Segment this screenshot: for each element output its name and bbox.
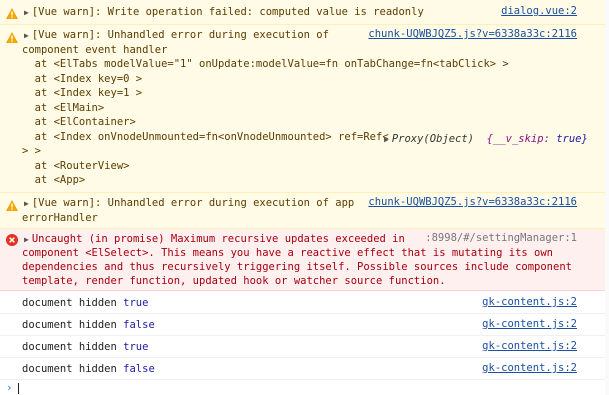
source-link[interactable]: gk-content.js:2 [482,318,577,330]
log-label: document hidden [22,319,117,331]
message-text: [Vue warn]: Write operation failed: comp… [31,6,424,18]
stack-frame: at <Index key=1 > [22,87,143,99]
console-warning-readonly: ▶ [Vue warn]: Write operation failed: com… [0,0,609,25]
log-text: document hidden true [22,340,148,355]
warning-message[interactable]: ▶ [Vue warn]: Unhandled error during exec… [24,196,354,212]
message-text: Uncaught (in promise) Maximum recursive … [31,233,405,245]
message-text: [Vue warn]: Unhandled error during execu… [31,197,355,209]
expand-triangle-icon[interactable]: ▶ [384,133,389,148]
stack-frame: at <App> [22,174,86,186]
console-input[interactable]: › [0,381,609,395]
message-text: [Vue warn]: Unhandled error during execu… [31,29,329,41]
console-log-row: document hidden true gk-content.js:2 [0,336,609,358]
source-link[interactable]: chunk-UQWBJQZ5.js?v=6338a33c:2116 [368,196,577,208]
warning-icon [6,31,18,43]
log-text: document hidden true [22,296,148,311]
source-link[interactable]: gk-content.js:2 [482,296,577,308]
warning-message[interactable]: ▶ [Vue warn]: Write operation failed: com… [24,5,424,21]
proxy-object[interactable]: ▶ Proxy(Object) {__v_skip: true} [384,132,588,148]
source-link[interactable]: dialog.vue:2 [501,5,577,17]
log-text: document hidden false [22,318,155,333]
message-text-cont: errorHandler [22,211,98,224]
log-label: document hidden [22,341,117,353]
log-label: document hidden [22,297,117,309]
console-error-recursive-updates: ▶ Uncaught (in promise) Maximum recursive… [0,229,609,291]
console-warning-app-error-handler: ▶ [Vue warn]: Unhandled error during exec… [0,193,609,229]
console-log-row: document hidden true gk-content.js:2 [0,292,609,314]
text-cursor [18,383,19,394]
source-link[interactable]: :8998/#/settingManager:1 [425,232,577,244]
source-link[interactable]: gk-content.js:2 [482,340,577,352]
stack-frame: at <Index key=0 > [22,72,143,85]
console-warning-event-handler: ▶ [Vue warn]: Unhandled error during exec… [0,25,609,193]
log-value: false [123,363,155,375]
expand-triangle-icon[interactable]: ▶ [24,29,29,44]
stack-frame: at <ElTabs modelValue="1" onUpdate:model… [22,58,509,70]
skip-value: true} [556,133,588,145]
warning-icon [6,199,18,211]
proxy-label: Proxy(Object) [391,133,475,145]
stack-frame: at <Index onVnodeUnmounted=fn<onVnodeUnm… [22,130,389,143]
log-value: true [123,297,149,309]
log-value: true [123,341,149,353]
stack-frame: at <ElContainer> [22,116,136,128]
source-link[interactable]: chunk-UQWBJQZ5.js?v=6338a33c:2116 [368,28,577,40]
log-text: document hidden false [22,362,155,377]
source-link[interactable]: gk-content.js:2 [482,362,577,374]
message-text-cont: dependencies and thus recursively trigge… [22,261,572,273]
expand-triangle-icon[interactable]: ▶ [24,6,29,21]
scrollbar[interactable] [605,0,609,395]
skip-key: {__v_skip: [486,133,550,145]
log-label: document hidden [22,363,117,375]
warning-icon [6,7,18,19]
message-text-cont: component event handler [22,43,168,56]
console-log-row: document hidden false gk-content.js:2 [0,358,609,380]
message-text-cont: component <ElSelect>. This means you hav… [22,247,554,259]
stack-frame: at <RouterView> [22,159,130,172]
console-log-row: document hidden false gk-content.js:2 [0,314,609,336]
message-text-cont: template, render function, updated hook … [22,275,446,287]
stack-frame: > > [22,145,41,157]
warning-message[interactable]: ▶ [Vue warn]: Unhandled error during exec… [24,28,329,44]
error-icon [6,234,18,246]
expand-triangle-icon[interactable]: ▶ [24,197,29,212]
stack-frame: at <ElMain> [22,101,105,114]
prompt-chevron-icon: › [6,381,13,394]
log-value: false [123,319,155,331]
